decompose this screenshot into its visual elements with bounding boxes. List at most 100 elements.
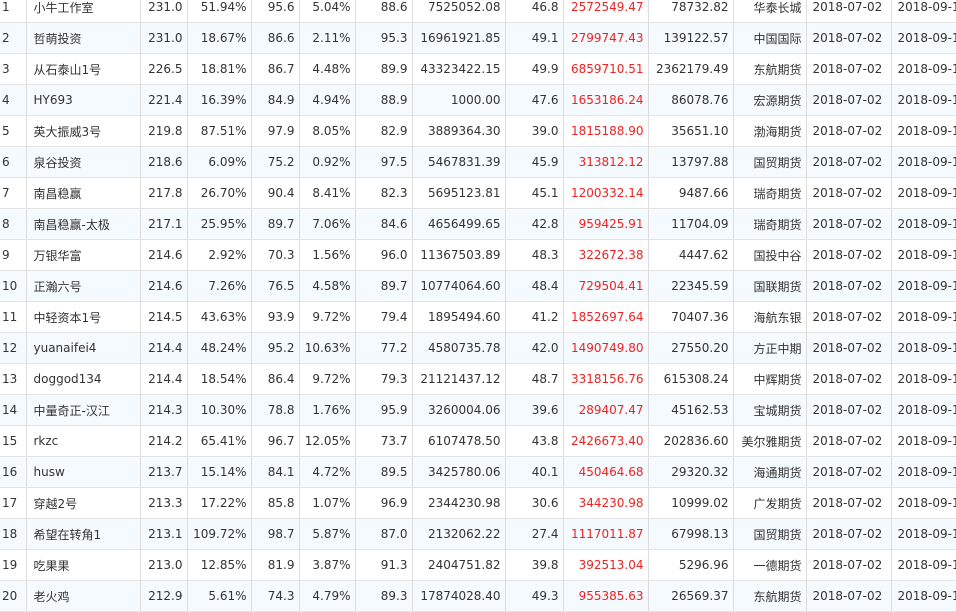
return-rate-cell: 18.81% bbox=[187, 53, 252, 85]
score-cell: 214.5 bbox=[140, 301, 188, 333]
table-row[interactable]: 19 吃果果 213.0 12.85% 81.9 3.87% 91.3 2404751.82 3… bbox=[0, 549, 956, 581]
table-row[interactable]: 6 泉谷投资 218.6 6.09% 75.2 0.92% 97.5 5467831.39 45… bbox=[0, 146, 956, 178]
account-name-cell[interactable]: 小牛工作室 bbox=[26, 0, 141, 23]
return-rate-cell: 87.51% bbox=[187, 115, 252, 147]
account-name-cell[interactable]: yuanaifei4 bbox=[26, 332, 141, 364]
account-name-cell[interactable]: 从石泰山1号 bbox=[26, 53, 141, 85]
rank-cell: 12 bbox=[0, 332, 27, 364]
table-row[interactable]: 12 yuanaifei4 214.4 48.24% 95.2 10.63% 77.2 458… bbox=[0, 332, 956, 364]
account-name-cell[interactable]: 中量奇正-汉江 bbox=[26, 394, 141, 426]
table-row[interactable]: 9 万银华富 214.6 2.92% 70.3 1.56% 96.0 11367503.89 4… bbox=[0, 239, 956, 271]
table-row[interactable]: 1 小牛工作室 231.0 51.94% 95.6 5.04% 88.6 7525052.08… bbox=[0, 0, 956, 23]
account-name-cell[interactable]: 中轻资本1号 bbox=[26, 301, 141, 333]
end-date-cell: 2018-09-11 bbox=[891, 22, 956, 54]
end-date-cell: 2018-09-11 bbox=[891, 332, 956, 364]
equity-cell: 5695123.81 bbox=[412, 177, 506, 209]
fee-cell: 5296.96 bbox=[648, 549, 734, 581]
table-row[interactable]: 15 rkzc 214.2 65.41% 96.7 12.05% 73.7 6107478.5… bbox=[0, 425, 956, 457]
drawdown-score-cell: 88.6 bbox=[355, 0, 413, 23]
broker-cell: 宝城期货 bbox=[733, 394, 807, 426]
stability-score-cell: 42.0 bbox=[505, 332, 564, 364]
rank-cell: 9 bbox=[0, 239, 27, 271]
return-score-cell: 84.1 bbox=[251, 456, 300, 488]
return-rate-cell: 15.14% bbox=[187, 456, 252, 488]
account-name-cell[interactable]: 老火鸡 bbox=[26, 580, 141, 612]
score-cell: 218.6 bbox=[140, 146, 188, 178]
broker-cell: 方正中期 bbox=[733, 332, 807, 364]
rank-cell: 8 bbox=[0, 208, 27, 240]
fee-cell: 86078.76 bbox=[648, 84, 734, 116]
return-score-cell: 85.8 bbox=[251, 487, 300, 519]
start-date-cell: 2018-07-02 bbox=[806, 301, 892, 333]
drawdown-score-cell: 79.4 bbox=[355, 301, 413, 333]
table-row[interactable]: 5 英大振威3号 219.8 87.51% 97.9 8.05% 82.9 3889364.3… bbox=[0, 115, 956, 147]
table-row[interactable]: 8 南昌稳赢-太极 217.1 25.95% 89.7 7.06% 84.6 4656499.… bbox=[0, 208, 956, 240]
score-cell: 212.9 bbox=[140, 580, 188, 612]
account-name-cell[interactable]: 吃果果 bbox=[26, 549, 141, 581]
table-row[interactable]: 18 希望在转角1 213.1 109.72% 98.7 5.87% 87.0 2132062… bbox=[0, 518, 956, 550]
table-row[interactable]: 7 南昌稳赢 217.8 26.70% 90.4 8.41% 82.3 5695123.81 4… bbox=[0, 177, 956, 209]
score-cell: 214.3 bbox=[140, 394, 188, 426]
table-row[interactable]: 3 从石泰山1号 226.5 18.81% 86.7 4.48% 89.9 43323422.… bbox=[0, 53, 956, 85]
account-name-cell[interactable]: HY693 bbox=[26, 84, 141, 116]
drawdown-cell: 3.87% bbox=[299, 549, 356, 581]
drawdown-cell: 8.05% bbox=[299, 115, 356, 147]
ranking-table: 1 小牛工作室 231.0 51.94% 95.6 5.04% 88.6 7525052.08… bbox=[0, 0, 956, 612]
net-value-cell: 392513.04 bbox=[563, 549, 649, 581]
end-date-cell: 2018-09-11 bbox=[891, 518, 956, 550]
return-score-cell: 74.3 bbox=[251, 580, 300, 612]
account-name-cell[interactable]: 南昌稳赢 bbox=[26, 177, 141, 209]
account-name-cell[interactable]: 正瀚六号 bbox=[26, 270, 141, 302]
score-cell: 213.3 bbox=[140, 487, 188, 519]
account-name-cell[interactable]: doggod134 bbox=[26, 363, 141, 395]
equity-cell: 7525052.08 bbox=[412, 0, 506, 23]
stability-score-cell: 30.6 bbox=[505, 487, 564, 519]
table-row[interactable]: 20 老火鸡 212.9 5.61% 74.3 4.79% 89.3 17874028.40 4… bbox=[0, 580, 956, 612]
account-name-cell[interactable]: 泉谷投资 bbox=[26, 146, 141, 178]
table-row[interactable]: 2 哲萌投资 231.0 18.67% 86.6 2.11% 95.3 16961921.85… bbox=[0, 22, 956, 54]
broker-cell: 国联期货 bbox=[733, 270, 807, 302]
drawdown-score-cell: 91.3 bbox=[355, 549, 413, 581]
drawdown-cell: 4.72% bbox=[299, 456, 356, 488]
fee-cell: 13797.88 bbox=[648, 146, 734, 178]
table-row[interactable]: 13 doggod134 214.4 18.54% 86.4 9.72% 79.3 21121… bbox=[0, 363, 956, 395]
account-name-cell[interactable]: rkzc bbox=[26, 425, 141, 457]
net-value-cell: 1490749.80 bbox=[563, 332, 649, 364]
drawdown-cell: 4.58% bbox=[299, 270, 356, 302]
start-date-cell: 2018-07-02 bbox=[806, 0, 892, 23]
drawdown-score-cell: 82.3 bbox=[355, 177, 413, 209]
account-name-cell[interactable]: 希望在转角1 bbox=[26, 518, 141, 550]
table-row[interactable]: 4 HY693 221.4 16.39% 84.9 4.94% 88.9 1000.00 47.… bbox=[0, 84, 956, 116]
stability-score-cell: 42.8 bbox=[505, 208, 564, 240]
net-value-cell: 2426673.40 bbox=[563, 425, 649, 457]
rank-cell: 19 bbox=[0, 549, 27, 581]
net-value-cell: 322672.38 bbox=[563, 239, 649, 271]
table-row[interactable]: 16 husw 213.7 15.14% 84.1 4.72% 89.5 3425780.06… bbox=[0, 456, 956, 488]
table-row[interactable]: 10 正瀚六号 214.6 7.26% 76.5 4.58% 89.7 10774064.60… bbox=[0, 270, 956, 302]
account-name-cell[interactable]: 穿越2号 bbox=[26, 487, 141, 519]
rank-cell: 14 bbox=[0, 394, 27, 426]
table-row[interactable]: 14 中量奇正-汉江 214.3 10.30% 78.8 1.76% 95.9 3260004… bbox=[0, 394, 956, 426]
end-date-cell: 2018-09-11 bbox=[891, 487, 956, 519]
account-name-cell[interactable]: 哲萌投资 bbox=[26, 22, 141, 54]
account-name-cell[interactable]: 南昌稳赢-太极 bbox=[26, 208, 141, 240]
account-name-cell[interactable]: 万银华富 bbox=[26, 239, 141, 271]
net-value-cell: 959425.91 bbox=[563, 208, 649, 240]
fee-cell: 22345.59 bbox=[648, 270, 734, 302]
table-row[interactable]: 17 穿越2号 213.3 17.22% 85.8 1.07% 96.9 2344230.98… bbox=[0, 487, 956, 519]
account-name-cell[interactable]: 英大振威3号 bbox=[26, 115, 141, 147]
score-cell: 213.0 bbox=[140, 549, 188, 581]
rank-cell: 17 bbox=[0, 487, 27, 519]
fee-cell: 615308.24 bbox=[648, 363, 734, 395]
equity-cell: 11367503.89 bbox=[412, 239, 506, 271]
fee-cell: 202836.60 bbox=[648, 425, 734, 457]
drawdown-cell: 5.04% bbox=[299, 0, 356, 23]
equity-cell: 1895494.60 bbox=[412, 301, 506, 333]
stability-score-cell: 48.4 bbox=[505, 270, 564, 302]
net-value-cell: 1117011.87 bbox=[563, 518, 649, 550]
broker-cell: 中辉期货 bbox=[733, 363, 807, 395]
return-rate-cell: 48.24% bbox=[187, 332, 252, 364]
table-row[interactable]: 11 中轻资本1号 214.5 43.63% 93.9 9.72% 79.4 1895494.… bbox=[0, 301, 956, 333]
net-value-cell: 289407.47 bbox=[563, 394, 649, 426]
account-name-cell[interactable]: husw bbox=[26, 456, 141, 488]
